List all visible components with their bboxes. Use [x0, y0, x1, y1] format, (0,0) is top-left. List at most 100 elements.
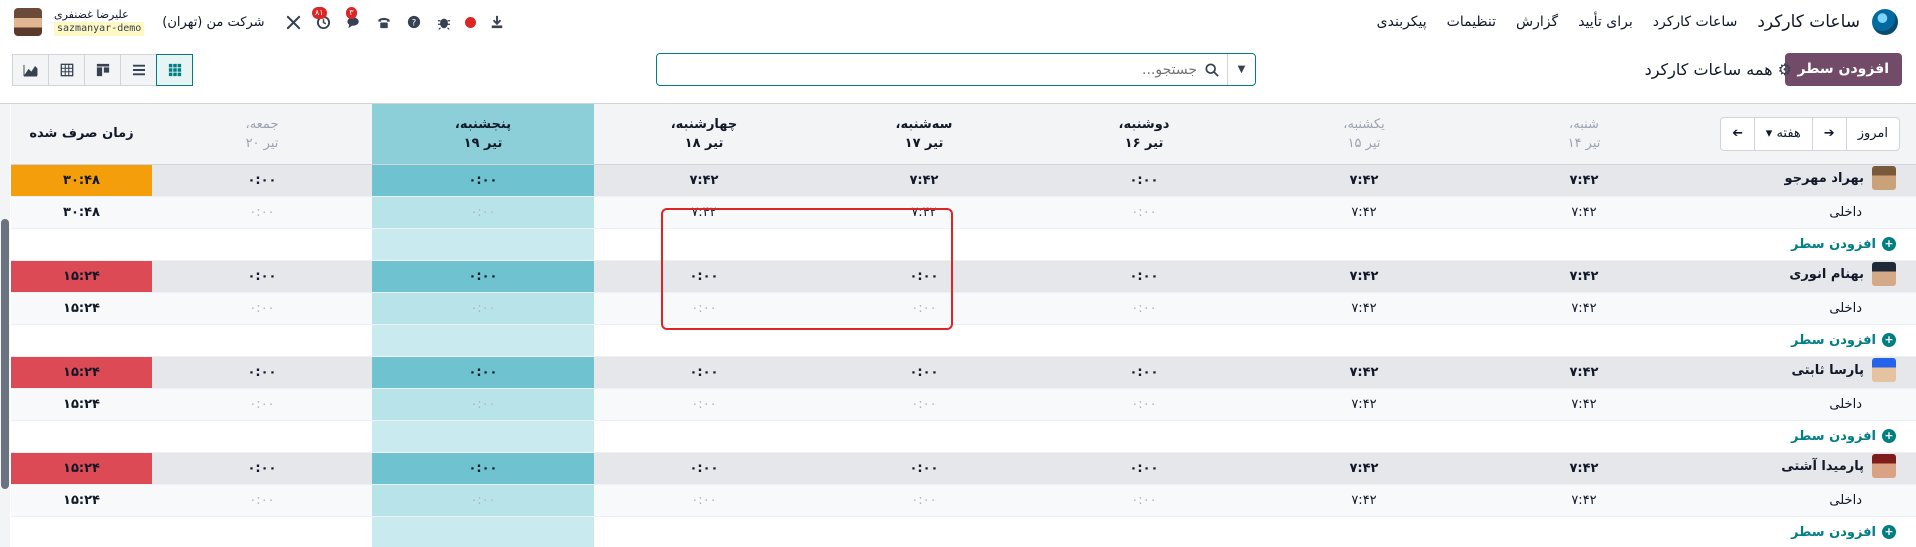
time-input-cell[interactable]: ۰:۰۰ — [152, 388, 372, 421]
grid-view-icon[interactable] — [156, 54, 193, 86]
chat-icon[interactable]: ۳ — [345, 7, 363, 31]
employee-name-cell: بهراد مهرجو — [1694, 164, 1916, 197]
arrow-left-icon[interactable]: ➔ — [1721, 118, 1754, 150]
scrollbar-thumb[interactable] — [1, 219, 9, 489]
day-header-6: جمعه، تیر ۲۰ — [152, 104, 372, 165]
empty-cell — [152, 324, 372, 357]
task-name: داخلی — [1829, 396, 1862, 412]
empty-cell — [814, 228, 1034, 261]
empty-cell — [594, 516, 814, 547]
time-input-cell[interactable]: ۰:۰۰ — [372, 196, 594, 229]
day-date: تیر ۱۹ — [463, 135, 503, 151]
time-input-cell[interactable]: ۰:۰۰ — [1034, 196, 1254, 229]
menu-settings[interactable]: تنظیمات — [1447, 14, 1496, 30]
time-input-cell[interactable]: ۰:۰۰ — [152, 292, 372, 325]
period-selector[interactable]: هفته ▾ — [1753, 117, 1812, 150]
employee-avatar — [1872, 454, 1896, 478]
time-input-cell[interactable]: ۰:۰۰ — [814, 292, 1034, 325]
employee-day-total: ۷:۴۲ — [1254, 164, 1474, 197]
bug-icon[interactable] — [435, 13, 453, 31]
caret-down-icon[interactable]: ▼ — [1227, 54, 1255, 85]
empty-cell — [11, 324, 152, 357]
empty-cell — [372, 228, 594, 261]
employee-day-total: ۰:۰۰ — [152, 356, 372, 389]
add-line-link[interactable]: + افزودن سطر — [1791, 333, 1896, 348]
plus-circle-icon: + — [1882, 525, 1896, 540]
time-input-cell[interactable]: ۰:۰۰ — [372, 292, 594, 325]
tools-icon[interactable] — [285, 13, 303, 31]
settings-gear-icon[interactable]: ⚙ — [1778, 60, 1792, 79]
time-input-cell[interactable]: ۰:۰۰ — [1034, 388, 1254, 421]
app-logo-icon[interactable] — [1872, 9, 1898, 35]
time-input-cell[interactable]: ۰:۰۰ — [372, 484, 594, 517]
time-input-cell[interactable]: ۰:۰۰ — [1034, 484, 1254, 517]
day-header-3: سه‌شنبه، تیر ۱۷ — [814, 104, 1034, 165]
record-icon[interactable] — [464, 16, 476, 28]
time-input-cell[interactable]: ۷:۴۲ — [594, 196, 814, 229]
activity-icon[interactable]: ۸۱ — [311, 7, 333, 31]
search-input[interactable] — [677, 61, 1197, 78]
time-input-cell[interactable]: ۰:۰۰ — [814, 388, 1034, 421]
add-line-link[interactable]: + افزودن سطر — [1791, 237, 1896, 252]
company-switcher[interactable]: شرکت من (تهران) — [162, 15, 264, 30]
kanban-view-icon[interactable] — [84, 54, 121, 86]
task-name: داخلی — [1829, 492, 1862, 508]
add-line-link[interactable]: + افزودن سطر — [1791, 429, 1896, 444]
add-line-button[interactable]: افزودن سطر — [1784, 53, 1902, 86]
time-input-cell[interactable]: ۰:۰۰ — [372, 388, 594, 421]
empty-cell — [11, 420, 152, 453]
employee-row: پارسا ثابتی ۷:۴۲ ۷:۴۲ ۰:۰۰ ۰:۰۰ ۰:۰۰ ۰:۰۰ ۰:۰۰ ۱… — [11, 356, 1916, 389]
phone-icon[interactable] — [375, 13, 393, 31]
vertical-scrollbar[interactable] — [0, 104, 10, 547]
empty-cell — [1254, 420, 1474, 453]
database-name: sazmanyar-demo — [54, 22, 145, 36]
employee-day-total: ۰:۰۰ — [372, 164, 594, 197]
add-line-link[interactable]: + افزودن سطر — [1791, 525, 1896, 540]
today-button[interactable]: امروز — [1845, 117, 1899, 150]
time-input-cell[interactable]: ۷:۴۲ — [1254, 388, 1474, 421]
time-input-cell[interactable]: ۰:۰۰ — [594, 484, 814, 517]
employee-day-total: ۰:۰۰ — [1034, 164, 1254, 197]
time-input-cell[interactable]: ۰:۰۰ — [152, 484, 372, 517]
menu-timesheets[interactable]: ساعات کارکرد — [1653, 14, 1738, 30]
graph-view-icon[interactable] — [12, 54, 49, 86]
day-date: تیر ۱۶ — [1124, 135, 1164, 151]
employee-name[interactable]: پارمیدا آشتی — [1781, 454, 1896, 478]
app-title[interactable]: ساعات کارکرد — [1757, 12, 1860, 32]
time-input-cell[interactable]: ۷:۴۲ — [1474, 484, 1694, 517]
employee-name[interactable]: بهنام انوری — [1789, 262, 1896, 286]
employee-day-total: ۰:۰۰ — [814, 452, 1034, 485]
task-row: داخلی ۷:۴۲ ۷:۴۲ ۰:۰۰ ۰:۰۰ ۰:۰۰ ۰:۰۰ ۰:۰۰ ۱۵:۲۴ — [11, 484, 1916, 517]
time-input-cell[interactable]: ۰:۰۰ — [594, 292, 814, 325]
time-input-cell[interactable]: ۰:۰۰ — [594, 388, 814, 421]
time-input-cell[interactable]: ۰:۰۰ — [814, 484, 1034, 517]
main-menu: ساعات کارکرد ساعات کارکرد برای تأیید گزا… — [1377, 0, 1898, 44]
download-icon[interactable] — [488, 13, 506, 31]
employee-name[interactable]: پارسا ثابتی — [1791, 358, 1896, 382]
time-input-cell[interactable]: ۷:۴۲ — [1474, 196, 1694, 229]
add-line-row: + افزودن سطر — [11, 324, 1916, 357]
list-view-icon[interactable] — [120, 54, 157, 86]
user-menu[interactable]: علیرضا غضنفری sazmanyar-demo — [54, 8, 145, 36]
time-input-cell[interactable]: ۷:۴۲ — [1254, 484, 1474, 517]
menu-configuration[interactable]: پیکربندی — [1377, 14, 1427, 30]
menu-reporting[interactable]: گزارش — [1516, 14, 1558, 30]
employee-day-total: ۷:۴۲ — [1474, 260, 1694, 293]
time-input-cell[interactable]: ۷:۴۲ — [1474, 292, 1694, 325]
user-avatar[interactable] — [14, 8, 42, 36]
time-input-cell[interactable]: ۰:۰۰ — [1034, 292, 1254, 325]
pivot-view-icon[interactable] — [48, 54, 85, 86]
empty-cell — [152, 516, 372, 547]
employee-name[interactable]: بهراد مهرجو — [1785, 166, 1896, 190]
menu-to-validate[interactable]: برای تأیید — [1578, 14, 1633, 30]
time-input-cell[interactable]: ۰:۰۰ — [152, 196, 372, 229]
time-input-cell[interactable]: ۷:۴۲ — [814, 196, 1034, 229]
view-title-text: همه ساعات کارکرد — [1644, 60, 1773, 79]
time-input-cell[interactable]: ۷:۴۲ — [1254, 292, 1474, 325]
time-input-cell[interactable]: ۷:۴۲ — [1254, 196, 1474, 229]
arrow-right-icon[interactable]: ➔ — [1811, 117, 1846, 150]
help-icon[interactable]: ? — [405, 13, 423, 31]
period-label: هفته — [1776, 125, 1801, 141]
time-input-cell[interactable]: ۷:۴۲ — [1474, 388, 1694, 421]
add-line-cell: + افزودن سطر — [1694, 420, 1916, 453]
